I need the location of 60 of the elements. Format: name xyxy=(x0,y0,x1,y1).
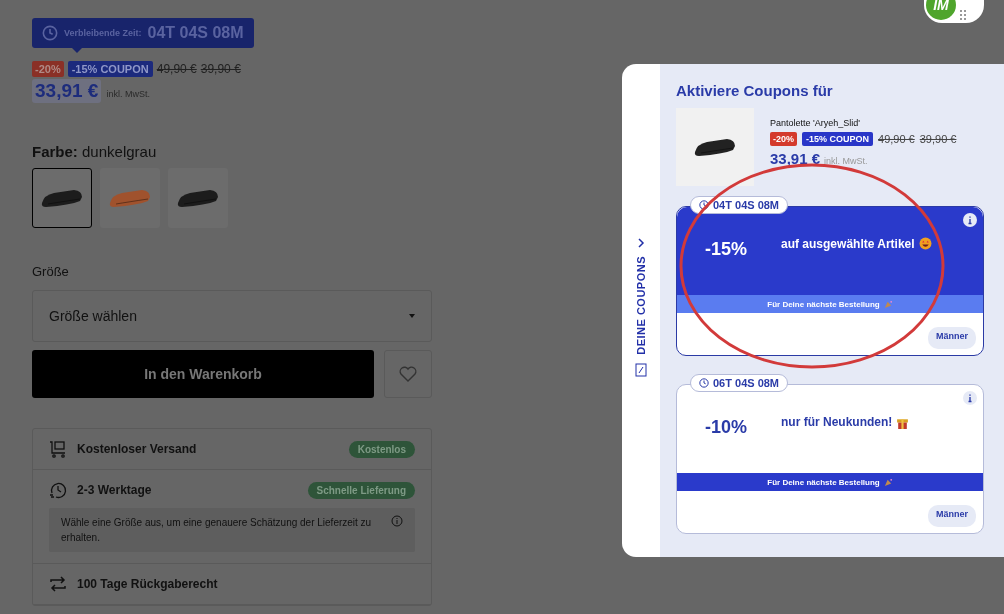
panel-title: Aktiviere Coupons für xyxy=(676,82,834,99)
heart-icon xyxy=(399,366,417,382)
coupon-text: auf ausgewählte Artikel xyxy=(781,237,915,251)
color-swatch[interactable] xyxy=(32,168,92,228)
category-tag: Männer xyxy=(928,505,976,527)
coupon-amount: -15% xyxy=(705,238,748,260)
coupon-badge: -15% COUPON xyxy=(67,61,153,77)
delivery-badge: Kostenlos xyxy=(348,440,415,458)
discount-badge: -20% xyxy=(32,61,64,77)
logo: IM xyxy=(926,0,956,20)
delivery-title: Kostenloser Versand xyxy=(77,442,198,456)
discount-badge: -20% xyxy=(770,132,797,146)
clock-icon xyxy=(49,481,67,499)
grip-icon xyxy=(960,10,966,20)
clock-icon xyxy=(699,378,709,388)
party-icon xyxy=(883,477,893,487)
add-to-cart-button[interactable]: In den Warenkorb xyxy=(32,350,374,398)
info-icon[interactable] xyxy=(963,213,977,227)
delivery-note: Wähle eine Größe aus, um eine genauere Schätzung der Lieferzeit zu erhalten. xyxy=(61,516,373,545)
coupons-tab-label[interactable]: DEINE COUPONS xyxy=(635,256,647,355)
exchange-icon xyxy=(49,575,67,593)
timer-value: 04T 04S 08M xyxy=(147,24,244,42)
timer-label: Verbleibende Zeit: xyxy=(64,28,142,38)
cart-icon xyxy=(49,440,67,458)
coupon-footer-text: Für Deine nächste Bestellung xyxy=(767,477,880,487)
caret-icon xyxy=(409,314,415,318)
slipper-photo xyxy=(40,187,84,209)
coupon-timer: 04T 04S 08M xyxy=(690,196,789,214)
info-icon[interactable] xyxy=(963,391,977,405)
coupon-timer: 06T 04S 08M xyxy=(690,374,789,392)
old-price: 49,90 € xyxy=(878,133,915,145)
tax-note: inkl. MwSt. xyxy=(824,156,868,166)
size-label: Größe xyxy=(32,264,70,279)
coupon-text: nur für Neukunden! xyxy=(781,415,893,429)
coupon-icon xyxy=(635,362,647,377)
party-icon xyxy=(883,299,893,309)
color-swatch[interactable] xyxy=(168,168,228,228)
slipper-photo xyxy=(176,187,220,209)
delivery-title: 2-3 Werktage xyxy=(77,483,153,497)
current-price: 33,91 € xyxy=(770,150,821,167)
delivery-badge: Schnelle Lieferung xyxy=(307,481,415,499)
slipper-photo xyxy=(108,187,152,209)
coupon-amount: -10% xyxy=(705,416,748,438)
coupon-badge: -15% COUPON xyxy=(802,132,874,146)
color-swatch[interactable] xyxy=(100,168,160,228)
old-price: 39,90 € xyxy=(200,62,241,76)
old-price: 49,90 € xyxy=(156,62,197,76)
info-icon xyxy=(391,515,403,527)
product-name: Pantolette 'Aryeh_Slid' xyxy=(770,118,861,128)
current-price: 33,91 € xyxy=(32,79,102,103)
clock-icon xyxy=(42,25,58,41)
color-label: Farbe: dunkelgrau xyxy=(32,143,158,160)
delivery-title: 100 Tage Rückgaberecht xyxy=(77,577,219,591)
old-price: 39,90 € xyxy=(919,133,957,145)
smiley-icon xyxy=(918,237,932,250)
clock-icon xyxy=(699,200,709,210)
category-tag: Männer xyxy=(928,327,976,349)
chevron-icon[interactable] xyxy=(637,238,645,249)
coupon-footer-text: Für Deine nächste Bestellung xyxy=(767,299,880,309)
slipper-photo xyxy=(693,136,737,158)
